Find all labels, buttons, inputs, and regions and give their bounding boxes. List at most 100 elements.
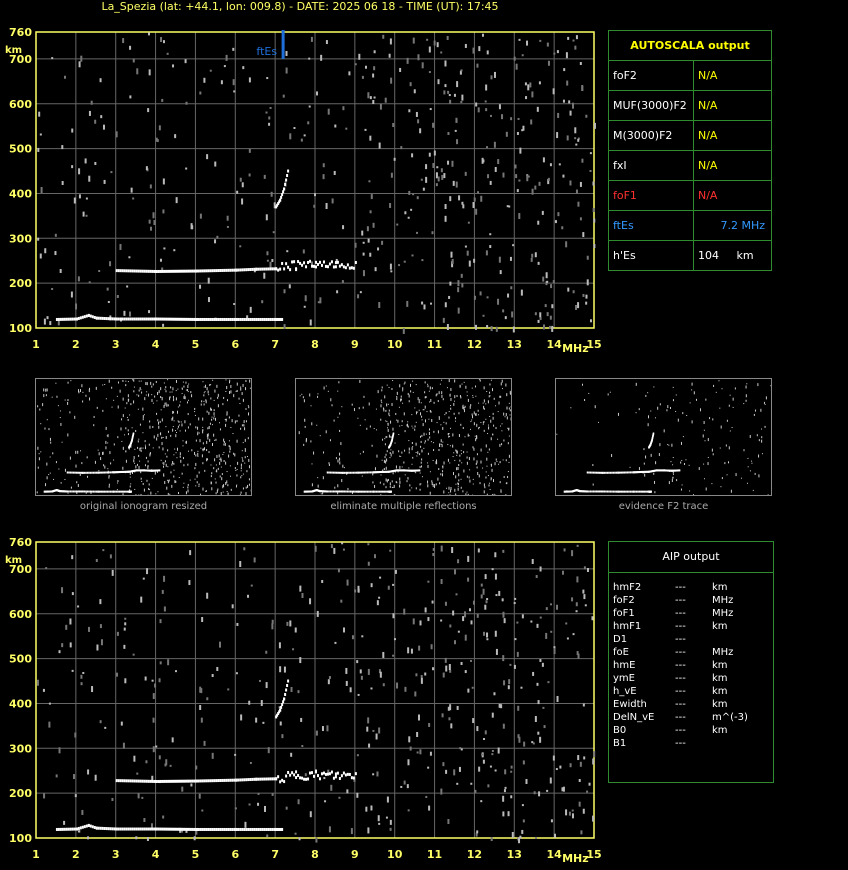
thumb-noise <box>447 444 449 446</box>
thumb-noise <box>466 451 468 453</box>
thumb-noise <box>163 475 165 477</box>
trace-point <box>205 827 208 831</box>
thumb-noise <box>174 480 176 484</box>
trace-point <box>131 269 134 273</box>
thumb-noise <box>189 423 191 426</box>
thumb-noise <box>431 480 433 483</box>
thumb-noise <box>49 437 51 441</box>
thumb-noise <box>476 460 478 464</box>
thumb-noise <box>229 446 231 450</box>
thumb-noise <box>211 408 213 411</box>
thumb-trace <box>592 490 595 493</box>
autoscala-row: MUF(3000)F2 N/A <box>608 90 772 121</box>
trace-point <box>281 827 284 831</box>
thumb-noise <box>133 386 135 388</box>
thumb-noise <box>419 399 421 401</box>
trace-point <box>57 317 60 321</box>
trace-point <box>354 772 357 776</box>
thumb-noise <box>178 477 180 479</box>
thumb-trace <box>358 471 361 474</box>
trace-point <box>265 777 268 781</box>
trace-point <box>183 269 186 273</box>
thumb-noise <box>429 436 431 439</box>
thumb-noise <box>407 425 409 428</box>
thumb-noise <box>105 398 107 400</box>
thumb-noise <box>138 380 140 382</box>
thumb-noise <box>388 386 390 388</box>
thumb-noise <box>447 458 449 462</box>
thumb-noise <box>508 435 510 437</box>
thumb-noise <box>729 394 731 396</box>
x-tick-label: 1 <box>32 338 40 351</box>
ionogram-bottom: 1 2 3 4 5 6 7 8 9 10 11 12 13 14 151002003004005006007… <box>5 536 602 865</box>
thumb-noise <box>705 487 707 491</box>
thumb-noise <box>455 449 457 452</box>
trace-point <box>161 827 164 831</box>
trace-point <box>267 317 270 321</box>
thumb-noise <box>220 457 222 461</box>
thumb-noise <box>688 464 690 466</box>
thumb-noise <box>476 423 478 427</box>
trace-point <box>249 827 252 831</box>
thumb-noise <box>386 458 388 462</box>
thumb-noise <box>125 459 127 463</box>
trace-point <box>315 260 317 264</box>
thumb-noise <box>421 434 423 437</box>
thumb-noise <box>156 412 158 415</box>
thumb-noise <box>187 389 189 392</box>
thumb-noise <box>113 399 115 401</box>
thumb-noise <box>248 406 250 409</box>
thumb-noise <box>183 464 185 467</box>
thumb-noise <box>223 459 225 462</box>
thumb-trace <box>85 471 87 474</box>
trace-point <box>291 260 294 264</box>
trace-point <box>185 779 188 783</box>
thumb-trace <box>332 490 335 493</box>
thumb-noise <box>469 469 471 471</box>
autoscala-value: N/A <box>693 60 772 91</box>
thumb-trace <box>363 471 366 474</box>
thumb-trace <box>339 471 341 474</box>
thumb-noise <box>423 447 425 449</box>
trace-point <box>189 269 192 273</box>
thumb-noise <box>440 443 442 445</box>
thumb-noise <box>445 422 447 425</box>
thumb-trace <box>97 471 99 474</box>
trace-point <box>332 265 335 269</box>
thumb-noise <box>242 383 244 387</box>
trace-point <box>67 827 70 831</box>
x-tick-label: 12 <box>467 338 482 351</box>
trace-point <box>309 771 312 775</box>
thumb-noise <box>158 390 160 394</box>
thumb-noise <box>388 434 390 438</box>
thumb-noise <box>429 471 431 473</box>
x-tick-label: 11 <box>427 848 442 861</box>
thumb-noise <box>67 399 69 402</box>
thumb-noise <box>226 480 228 484</box>
thumb-noise <box>443 461 445 465</box>
thumb-noise <box>648 415 650 419</box>
thumb-trace <box>82 490 84 493</box>
thumb-noise <box>323 386 325 390</box>
ionogram-top: 1 2 3 4 5 6 7 8 9 10 11 12 13 14 151002003004005006007… <box>5 26 602 355</box>
thumb-noise <box>466 461 468 465</box>
trace-point <box>326 265 329 269</box>
thumb-noise <box>691 389 693 391</box>
thumb-noise <box>116 489 118 491</box>
thumb-noise <box>468 435 470 437</box>
thumb-noise <box>400 398 402 401</box>
trace-point <box>253 777 256 781</box>
trace-point <box>173 779 176 783</box>
thumb-noise <box>654 417 656 419</box>
thumb-noise <box>164 388 166 390</box>
thumb-noise <box>755 409 757 412</box>
thumb-noise <box>214 389 216 393</box>
thumb-noise <box>492 416 494 420</box>
trace-point <box>177 827 180 831</box>
trace-point <box>121 827 124 831</box>
trace-point <box>203 779 206 783</box>
thumb-noise <box>383 483 385 486</box>
trace-point <box>87 313 90 317</box>
thumb-noise <box>765 396 767 400</box>
thumb-noise <box>704 440 706 442</box>
